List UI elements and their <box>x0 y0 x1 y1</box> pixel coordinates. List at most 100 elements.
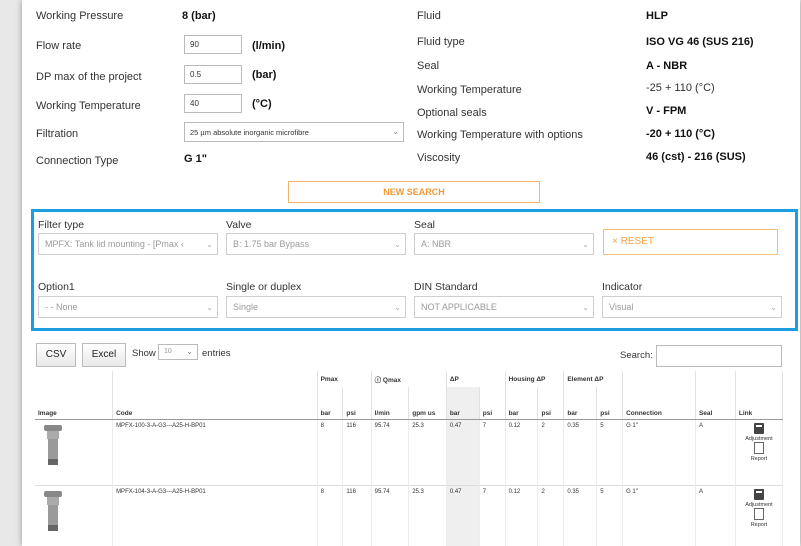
col-code[interactable]: Code <box>112 387 318 420</box>
report-label: Report <box>750 521 768 528</box>
viscosity-label: Viscosity <box>417 152 461 164</box>
col-dp-bar[interactable]: bar <box>446 387 480 420</box>
col-element-psi[interactable]: psi <box>596 387 624 420</box>
options-temperature-value: -20 + 110 (°C) <box>646 128 715 140</box>
cell-element-bar: 0.35 <box>563 419 598 485</box>
indicator-select[interactable]: Visual ⌄ <box>602 296 782 318</box>
cell-housing-psi: 2 <box>537 485 565 546</box>
pmax-group-header: Pmax <box>317 371 372 387</box>
cell-connection: G 1" <box>622 485 696 546</box>
filter-type-label: Filter type <box>38 219 85 231</box>
info-icon: ⓘ <box>374 377 383 384</box>
optional-seals-label: Optional seals <box>417 107 487 119</box>
new-search-button[interactable]: NEW SEARCH <box>288 181 540 203</box>
fluid-type-value: ISO VG 46 (SUS 216) <box>646 36 754 48</box>
flow-rate-label: Flow rate <box>36 40 82 52</box>
cell-housing-bar: 0.12 <box>505 485 539 546</box>
filter-image <box>35 485 114 546</box>
fluid-type-label: Fluid type <box>417 36 465 48</box>
entries-value: 10 <box>164 348 172 355</box>
col-seal[interactable]: Seal <box>695 387 736 420</box>
seal-temperature-value: -25 + 110 (°C) <box>646 82 715 94</box>
seal-select[interactable]: A: NBR ⌄ <box>414 233 594 255</box>
cell-seal: A <box>695 485 736 546</box>
pdf-icon <box>753 507 764 520</box>
col-element-bar[interactable]: bar <box>563 387 598 420</box>
col-image[interactable]: Image <box>35 387 114 420</box>
col-pmax-bar[interactable]: bar <box>317 387 344 420</box>
col-connection[interactable]: Connection <box>622 387 696 420</box>
cell-housing-bar: 0.12 <box>505 419 539 485</box>
chevron-down-icon: ⌄ <box>392 127 399 136</box>
search-input[interactable] <box>656 345 782 367</box>
csv-button[interactable]: CSV <box>36 343 76 367</box>
col-housing-psi[interactable]: psi <box>537 387 565 420</box>
col-housing-bar[interactable]: bar <box>505 387 539 420</box>
filtration-label: Filtration <box>36 128 79 140</box>
valve-value: B: 1.75 bar Bypass <box>233 239 310 249</box>
col-qmax-lmin[interactable]: l/min <box>371 387 410 420</box>
din-standard-value: NOT APPLICABLE <box>421 302 497 312</box>
filtration-select[interactable]: 25 µm absolute inorganic microfibre ⌄ <box>184 122 404 142</box>
single-duplex-value: Single <box>233 302 259 312</box>
cell-q-gpm: 25.3 <box>408 419 447 485</box>
adjustment-link[interactable]: Adjustment <box>739 488 779 508</box>
col-qmax-gpm[interactable]: gpm us <box>408 387 447 420</box>
table-row: MPFX-100-3-A-G3---A25-H-BP01 8 116 95.74… <box>35 419 784 485</box>
cell-pmax-bar: 8 <box>317 485 344 546</box>
filter-type-value: MPFX: Tank lid mounting - [Pmax ‹ <box>45 239 184 249</box>
seal-filter-value: A: NBR <box>421 239 452 249</box>
qmax-group-header: ⓘ Qmax <box>371 371 447 387</box>
cell-links: Adjustment Report <box>735 419 784 485</box>
cell-code[interactable]: MPFX-100-3-A-G3---A25-H-BP01 <box>112 419 318 485</box>
seal-value: A - NBR <box>646 60 688 72</box>
dp-max-input[interactable]: 0.5 <box>184 65 242 84</box>
filter-product-icon <box>44 424 62 465</box>
chevron-down-icon: ⌄ <box>582 240 589 249</box>
cell-element-bar: 0.35 <box>563 485 598 546</box>
filter-selection-panel: Working Pressure 8 (bar) Flow rate 90 (l… <box>22 0 800 546</box>
filter-image <box>35 419 114 485</box>
cell-pmax-psi: 116 <box>342 419 372 485</box>
col-link[interactable]: Link <box>735 387 784 420</box>
connection-type-value: G 1" <box>184 153 207 165</box>
single-duplex-label: Single or duplex <box>226 281 302 293</box>
working-temperature-input[interactable]: 40 <box>184 94 242 113</box>
dp-max-label: DP max of the project <box>36 71 142 83</box>
filter-product-icon <box>44 490 62 531</box>
adjustment-link[interactable]: Adjustment <box>739 422 779 442</box>
valve-select[interactable]: B: 1.75 bar Bypass ⌄ <box>226 233 406 255</box>
cell-dp-psi: 7 <box>479 419 506 485</box>
dp-max-unit: (bar) <box>252 69 277 81</box>
din-standard-select[interactable]: NOT APPLICABLE ⌄ <box>414 296 594 318</box>
options-temperature-label: Working Temperature with options <box>417 129 583 141</box>
single-duplex-select[interactable]: Single ⌄ <box>226 296 406 318</box>
option1-label: Option1 <box>38 281 75 293</box>
report-link[interactable]: Report <box>739 441 779 462</box>
chevron-down-icon: ⌄ <box>582 303 589 312</box>
excel-button[interactable]: Excel <box>82 343 126 367</box>
working-temperature-unit: (°C) <box>252 98 272 110</box>
calculator-icon <box>753 422 764 434</box>
housing-dp-group-header: Housing ΔP <box>505 371 565 387</box>
chevron-down-icon: ⌄ <box>186 347 193 356</box>
cell-pmax-psi: 116 <box>342 485 372 546</box>
report-link[interactable]: Report <box>739 507 779 528</box>
report-label: Report <box>750 455 768 462</box>
flow-rate-input[interactable]: 90 <box>184 35 242 54</box>
option1-select[interactable]: - - None ⌄ <box>38 296 218 318</box>
reset-button[interactable]: × RESET <box>603 229 778 255</box>
working-pressure-value: 8 (bar) <box>182 10 216 22</box>
show-label: Show <box>132 348 156 359</box>
cell-code[interactable]: MPFX-104-3-A-G3---A25-H-BP01 <box>112 485 318 546</box>
cell-dp-bar: 0.47 <box>446 419 480 485</box>
filter-type-select[interactable]: MPFX: Tank lid mounting - [Pmax ‹ ⌄ <box>38 233 218 255</box>
chevron-down-icon: ⌄ <box>394 240 401 249</box>
option1-value: - - None <box>45 302 78 312</box>
working-pressure-label: Working Pressure <box>36 10 124 22</box>
col-pmax-psi[interactable]: psi <box>342 387 372 420</box>
valve-label: Valve <box>226 219 252 231</box>
entries-select[interactable]: 10 ⌄ <box>158 344 198 360</box>
element-dp-group-header: Element ΔP <box>563 371 624 387</box>
col-dp-psi[interactable]: psi <box>479 387 506 420</box>
